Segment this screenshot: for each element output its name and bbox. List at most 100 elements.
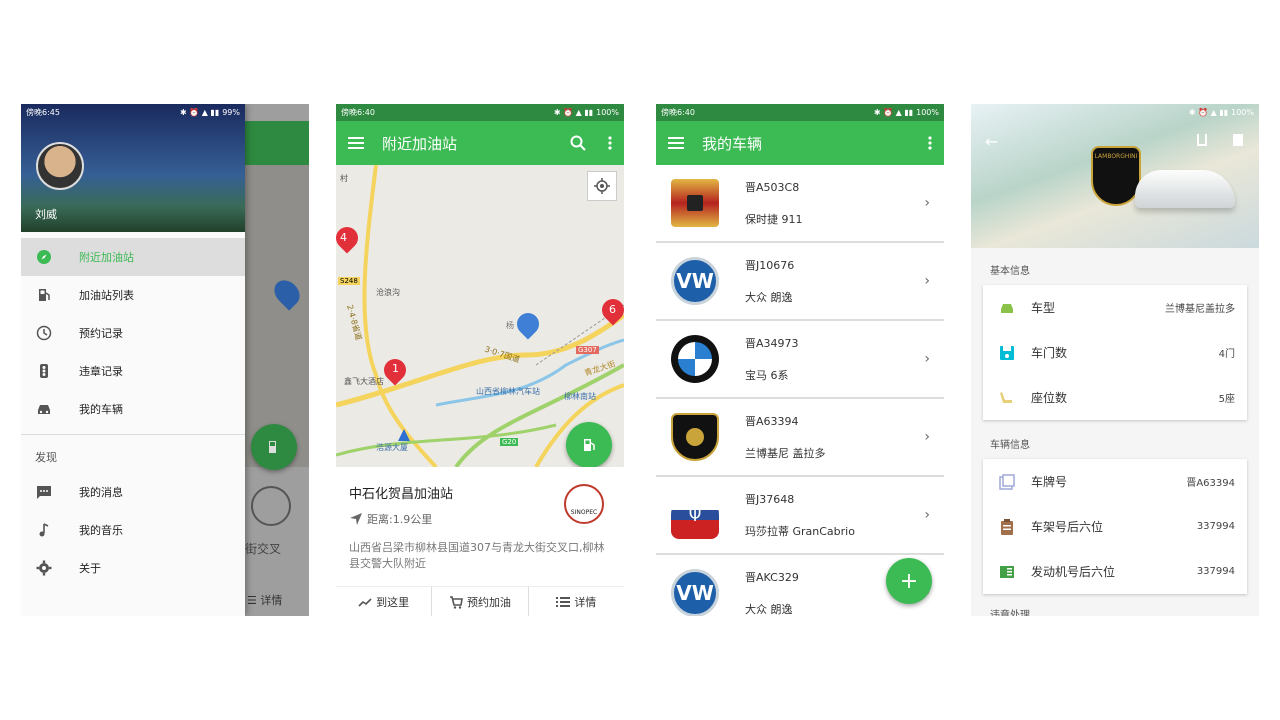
music-icon xyxy=(35,521,53,539)
menu-booking-records[interactable]: 预约记录 xyxy=(21,314,245,352)
drawer-header: 傍晚6:45 ✱ ⏰ ▲ ▮▮ 99% 刘威 xyxy=(21,104,245,232)
menu-nearby-stations[interactable]: 附近加油站 xyxy=(21,238,245,276)
vehicle-row[interactable]: VW 晋J10676 大众 朗逸 › xyxy=(656,243,944,321)
chevron-right-icon: › xyxy=(924,429,930,445)
message-icon xyxy=(35,483,53,501)
delete-icon[interactable] xyxy=(1233,134,1243,146)
road-label: S248 xyxy=(338,277,360,285)
vehicle-banner: ✱ ⏰ ▲ ▮▮ 100% ← LAMBORGHINI xyxy=(971,104,1259,248)
cart-icon xyxy=(449,595,463,609)
basic-info-card: 车型 兰博基尼盖拉多 车门数 4门 座位数 5座 xyxy=(983,285,1247,420)
vehicle-row[interactable]: 晋A503C8 保时捷 911 › xyxy=(656,165,944,243)
fuel-fab[interactable] xyxy=(566,422,612,467)
map-view[interactable]: S248 G307 G20 村 杨 沧浪沟 鑫飞大酒店 山西省柳林汽车站 柳林南… xyxy=(336,165,624,467)
action-bar: 到这里 预约加油 详情 xyxy=(336,586,624,616)
bmw-logo xyxy=(671,335,719,383)
menu-icon[interactable] xyxy=(668,136,684,150)
user-name: 刘威 xyxy=(35,208,57,221)
car-icon xyxy=(1001,303,1013,313)
navigate-here-button[interactable]: 到这里 xyxy=(336,587,433,616)
fuel-fab[interactable] xyxy=(251,424,297,470)
menu-my-music[interactable]: 我的音乐 xyxy=(21,511,245,549)
place-label: 村 xyxy=(340,174,348,183)
book-fuel-button[interactable]: 预约加油 xyxy=(432,587,529,616)
avatar[interactable] xyxy=(36,142,84,190)
chevron-right-icon: › xyxy=(924,195,930,211)
menu-icon[interactable] xyxy=(348,136,364,150)
more-vert-icon[interactable] xyxy=(928,136,932,150)
vehicle-plate: 晋A34973 xyxy=(745,337,799,350)
vehicle-plate: 晋J37648 xyxy=(745,493,795,506)
info-row-plate: 车牌号 晋A63394 xyxy=(983,459,1247,504)
chevron-right-icon: › xyxy=(924,507,930,523)
vehicle-plate: 晋A63394 xyxy=(745,415,799,428)
lamborghini-logo: LAMBORGHINI xyxy=(1091,146,1141,206)
phone-nearby-stations-screen: 傍晚6:40 ✱ ⏰ ▲ ▮▮ 100% 附近加油站 S248 G307 G20 村… xyxy=(336,104,624,616)
menu-my-messages[interactable]: 我的消息 xyxy=(21,473,245,511)
porsche-logo xyxy=(671,179,719,227)
vehicle-row[interactable]: 晋A63394 兰博基尼 盖拉多 › xyxy=(656,399,944,477)
chevron-right-icon: › xyxy=(924,351,930,367)
plate-icon xyxy=(999,473,1015,490)
details-button[interactable]: 详情 xyxy=(529,587,624,616)
place-label: 山西省柳林汽车站 xyxy=(476,387,540,396)
crosshair-icon xyxy=(594,178,610,194)
place-label: 鑫飞大酒店 xyxy=(344,377,384,386)
vehicle-row[interactable]: 晋A34973 宝马 6系 › xyxy=(656,321,944,399)
station-address: 山西省吕梁市柳林县国道307与青龙大街交叉口,柳林县交警大队附近 xyxy=(349,541,605,570)
info-row-seats: 座位数 5座 xyxy=(983,375,1247,420)
gas-pump-icon xyxy=(35,286,53,304)
road-label: G20 xyxy=(500,438,519,446)
back-arrow-icon[interactable]: ← xyxy=(985,132,998,151)
status-bar: ✱ ⏰ ▲ ▮▮ 100% xyxy=(1188,108,1254,117)
navigation-icon xyxy=(350,513,362,525)
vehicle-list: 晋A503C8 保时捷 911 › VW 晋J10676 大众 朗逸 › 晋A349… xyxy=(656,165,944,616)
gas-pump-icon xyxy=(584,439,595,451)
vehicle-model: 玛莎拉蒂 GranCabrio xyxy=(745,525,855,538)
status-bar: 傍晚6:40 ✱ ⏰ ▲ ▮▮ 100% xyxy=(656,104,944,121)
menu-about[interactable]: 关于 xyxy=(21,549,245,587)
road-label: G307 xyxy=(576,346,599,354)
menu-violation-records[interactable]: 违章记录 xyxy=(21,352,245,390)
vehicle-plate: 晋A503C8 xyxy=(745,181,800,194)
place-label: 杨 xyxy=(506,321,514,330)
place-label: 柳林南站 xyxy=(564,392,596,401)
menu-my-vehicles[interactable]: 我的车辆 xyxy=(21,390,245,428)
section-violation: 违章处理 xyxy=(990,610,1030,616)
behind-detail: ☰ 详情 xyxy=(247,594,283,607)
section-discover: 发现 xyxy=(21,434,245,473)
info-row-model: 车型 兰博基尼盖拉多 xyxy=(983,285,1247,330)
status-bar: 傍晚6:40 ✱ ⏰ ▲ ▮▮ 100% xyxy=(336,104,624,121)
edit-icon[interactable] xyxy=(1197,134,1207,146)
menu-station-list[interactable]: 加油站列表 xyxy=(21,276,245,314)
compass-icon xyxy=(35,248,53,266)
vehicle-row[interactable]: Ψ 晋J37648 玛莎拉蒂 GranCabrio › xyxy=(656,477,944,555)
phone-my-vehicles-screen: 傍晚6:40 ✱ ⏰ ▲ ▮▮ 100% 我的车辆 晋A503C8 保时捷 911 ›… xyxy=(656,104,944,616)
vehicle-model: 大众 朗逸 xyxy=(745,291,793,304)
page-title: 附近加油站 xyxy=(382,134,458,153)
vehicle-model: 宝马 6系 xyxy=(745,369,789,382)
toolbar: 附近加油站 xyxy=(336,121,624,165)
phone-vehicle-detail-screen: ✱ ⏰ ▲ ▮▮ 100% ← LAMBORGHINI 基本信息 车型 兰博基尼盖拉… xyxy=(971,104,1259,616)
add-vehicle-button[interactable]: + xyxy=(886,558,932,604)
vw-logo: VW xyxy=(671,257,719,305)
chevron-right-icon: › xyxy=(924,273,930,289)
status-bar: 傍晚6:45 ✱ ⏰ ▲ ▮▮ 99% xyxy=(26,108,240,117)
station-info-card: 中石化贺昌加油站 距离:1.9公里 SINOPEC 山西省吕梁市柳林县国道307… xyxy=(336,467,624,616)
settings-icon xyxy=(35,559,53,577)
info-row-doors: 车门数 4门 xyxy=(983,330,1247,375)
more-vert-icon[interactable] xyxy=(608,136,612,150)
toolbar: 我的车辆 xyxy=(656,121,944,165)
search-icon[interactable] xyxy=(570,135,586,151)
traffic-light-icon xyxy=(35,362,53,380)
sinopec-logo: SINOPEC xyxy=(564,484,604,524)
info-row-vin: 车架号后六位 337994 xyxy=(983,504,1247,549)
my-location-icon xyxy=(398,429,410,441)
book-icon xyxy=(1000,565,1014,578)
list-icon xyxy=(556,596,571,607)
station-name: 中石化贺昌加油站 xyxy=(349,487,454,502)
page-title: 我的车辆 xyxy=(702,134,763,153)
vehicle-plate: 晋J10676 xyxy=(745,259,795,272)
map-roads xyxy=(336,165,624,467)
locate-button[interactable] xyxy=(587,171,617,201)
